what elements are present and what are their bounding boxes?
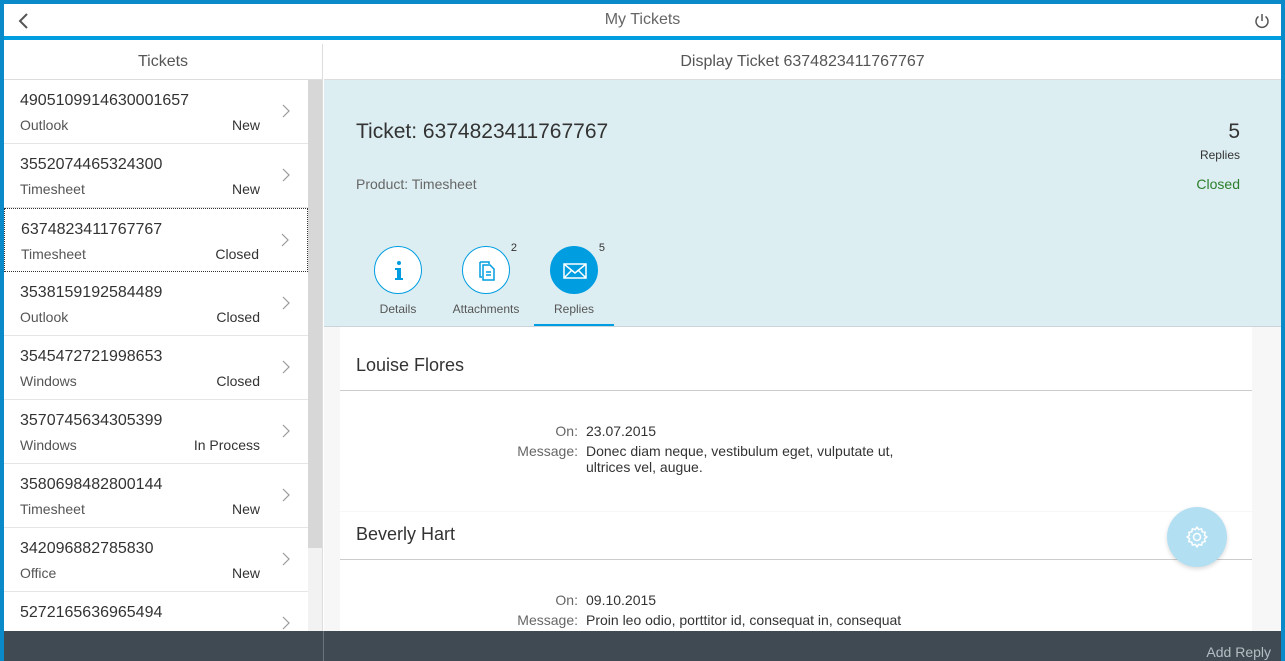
replies-list: Louise Flores On: 23.07.2015 Message: Do… <box>324 327 1281 631</box>
chevron-right-icon <box>281 233 289 247</box>
reply-message-label: Message: <box>517 443 578 459</box>
ticket-product: Timesheet <box>20 181 85 197</box>
reply-date: 09.10.2015 <box>586 592 657 608</box>
ticket-product: Outlook <box>20 117 69 133</box>
detail-panel: Display Ticket 6374823411767767 Ticket: … <box>324 44 1281 631</box>
ticket-status: New <box>231 181 260 197</box>
ticket-list-item[interactable]: 3580698482800144 Timesheet New <box>4 464 308 528</box>
info-icon <box>395 261 403 280</box>
attachment-document-icon <box>479 261 495 281</box>
chevron-right-icon <box>282 360 290 374</box>
ticket-product: Office <box>20 565 57 581</box>
ticket-number: 3552074465324300 <box>20 156 163 173</box>
ticket-list-item[interactable]: 342096882785830 Office New <box>4 528 308 592</box>
reply-item: Beverly Hart On: 09.10.2015 Message: Pro… <box>340 512 1252 631</box>
object-title: Ticket: 6374823411767767 <box>356 120 609 143</box>
object-number-unit: Replies <box>1199 148 1240 162</box>
tab-label: Details <box>379 302 417 316</box>
ticket-number: 4905109914630001657 <box>20 92 190 109</box>
reply-item: Louise Flores On: 23.07.2015 Message: Do… <box>340 327 1252 511</box>
reply-message-row: Message: Donec diam neque, vestibulum eg… <box>340 443 1252 475</box>
chevron-right-icon <box>282 616 290 630</box>
reply-message-row: Message: Proin leo odio, porttitor id, c… <box>340 612 1252 631</box>
ticket-product: Timesheet <box>20 501 85 517</box>
ticket-list-item[interactable]: 5272165636965494 <box>4 592 308 631</box>
master-scrollbar-thumb[interactable] <box>308 80 322 548</box>
ticket-list-item[interactable]: 3538159192584489 Outlook Closed <box>4 272 308 336</box>
ticket-list-item[interactable]: 4905109914630001657 Outlook New <box>4 80 308 144</box>
gear-icon <box>1186 526 1208 548</box>
chevron-right-icon <box>282 552 290 566</box>
tab-attachments[interactable]: 2 Attachments <box>441 242 531 316</box>
ticket-number: 3545472721998653 <box>20 348 163 365</box>
mail-icon <box>563 263 587 279</box>
ticket-number: 342096882785830 <box>20 540 154 557</box>
tab-details[interactable]: Details <box>353 246 443 316</box>
app-title: My Tickets <box>604 11 681 28</box>
ticket-number: 5272165636965494 <box>20 604 163 621</box>
tab-replies[interactable]: 5 Replies <box>529 242 619 316</box>
app-window: My Tickets Tickets 4905109914630001657 O… <box>4 4 1281 661</box>
ticket-product: Windows <box>20 437 77 453</box>
object-number: 5 <box>1228 120 1240 143</box>
ticket-status: New <box>231 117 260 133</box>
add-reply-button[interactable]: Add Reply <box>1206 644 1271 660</box>
ticket-number: 3538159192584489 <box>20 284 163 301</box>
ticket-number: 3570745634305399 <box>20 412 163 429</box>
tab-count: 5 <box>598 242 605 254</box>
master-scrollbar[interactable] <box>308 80 322 631</box>
reply-date-label: On: <box>555 592 578 608</box>
ticket-product: Timesheet <box>21 246 86 262</box>
ticket-status: Closed <box>216 309 260 325</box>
reply-date-label: On: <box>555 423 578 439</box>
object-attribute: Product: Timesheet <box>356 176 477 192</box>
ticket-status: New <box>231 501 260 517</box>
ticket-list-item[interactable]: 3570745634305399 Windows In Process <box>4 400 308 464</box>
chevron-right-icon <box>282 296 290 310</box>
ticket-number: 3580698482800144 <box>20 476 163 493</box>
ticket-status: New <box>231 565 260 581</box>
ticket-product: Outlook <box>20 309 69 325</box>
chevron-right-icon <box>282 424 290 438</box>
reply-date-row: On: 09.10.2015 <box>340 592 1252 612</box>
chevron-right-icon <box>282 488 290 502</box>
reply-author: Louise Flores <box>340 327 1252 391</box>
master-panel: Tickets 4905109914630001657 Outlook New … <box>4 44 323 631</box>
ticket-list-item-selected[interactable]: 6374823411767767 Timesheet Closed <box>4 208 308 272</box>
ticket-product: Windows <box>20 373 77 389</box>
tab-count: 2 <box>510 242 517 254</box>
ticket-list: 4905109914630001657 Outlook New 35520744… <box>4 80 308 631</box>
ticket-status: Closed <box>216 373 260 389</box>
detail-title: Display Ticket 6374823411767767 <box>324 44 1281 80</box>
tab-label: Attachments <box>452 302 520 316</box>
master-title: Tickets <box>4 44 322 80</box>
reply-message: Proin leo odio, porttitor id, consequat … <box>586 612 902 631</box>
settings-button[interactable] <box>1167 507 1227 567</box>
ticket-list-item[interactable]: 3545472721998653 Windows Closed <box>4 336 308 400</box>
ticket-list-item[interactable]: 3552074465324300 Timesheet New <box>4 144 308 208</box>
chevron-right-icon <box>282 168 290 182</box>
object-status: Closed <box>1196 176 1240 192</box>
active-tab-indicator <box>534 324 614 326</box>
reply-message-label: Message: <box>517 612 578 628</box>
reply-author: Beverly Hart <box>340 512 1252 560</box>
reply-message: Donec diam neque, vestibulum eget, vulpu… <box>586 443 894 475</box>
footer-toolbar: Add Reply <box>4 631 1281 661</box>
power-icon[interactable] <box>1253 12 1271 30</box>
tab-label: Replies <box>553 302 595 316</box>
shell-bar: My Tickets <box>4 4 1281 40</box>
tab-attachments-circle <box>462 246 510 294</box>
ticket-number: 6374823411767767 <box>21 221 163 238</box>
tab-details-circle <box>374 246 422 294</box>
tab-replies-circle <box>550 246 598 294</box>
chevron-right-icon <box>282 104 290 118</box>
ticket-status: In Process <box>193 437 260 453</box>
ticket-status: Closed <box>215 246 259 262</box>
reply-date-row: On: 23.07.2015 <box>340 423 1252 443</box>
object-header: Ticket: 6374823411767767 5 Replies Produ… <box>324 80 1281 327</box>
footer-divider <box>323 631 324 661</box>
reply-date: 23.07.2015 <box>586 423 657 439</box>
